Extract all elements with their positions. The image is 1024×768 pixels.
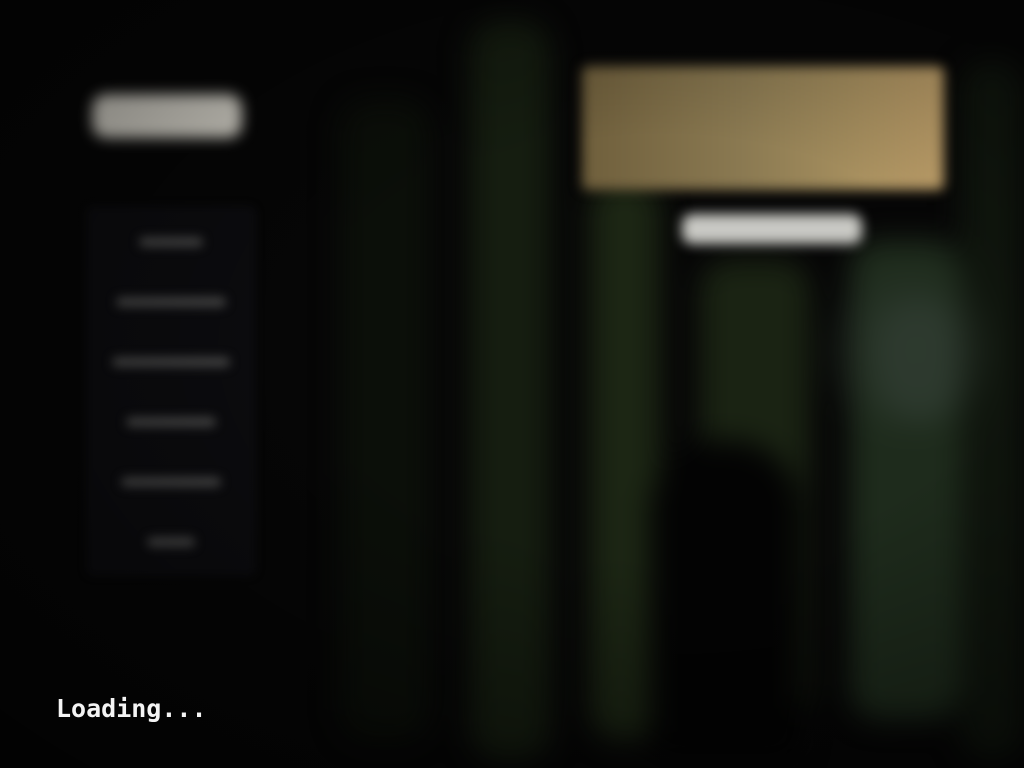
tree-trunk bbox=[340, 100, 430, 740]
menu-item-4[interactable] bbox=[86, 410, 256, 434]
subtitle-plate bbox=[682, 214, 862, 244]
silhouette-figure bbox=[650, 440, 800, 760]
menu-item-1[interactable] bbox=[86, 230, 256, 254]
menu-item-6[interactable] bbox=[86, 530, 256, 554]
title-sign-logo bbox=[582, 66, 944, 190]
menu-item-3[interactable] bbox=[86, 350, 256, 374]
tree-trunk bbox=[470, 20, 550, 760]
loading-indicator: Loading... bbox=[56, 694, 207, 723]
game-loading-screen: Loading... bbox=[0, 0, 1024, 768]
background-light bbox=[820, 250, 1000, 450]
menu-item-2[interactable] bbox=[86, 290, 256, 314]
main-menu bbox=[86, 206, 256, 576]
menu-item-5[interactable] bbox=[86, 470, 256, 494]
game-logo bbox=[92, 94, 242, 138]
